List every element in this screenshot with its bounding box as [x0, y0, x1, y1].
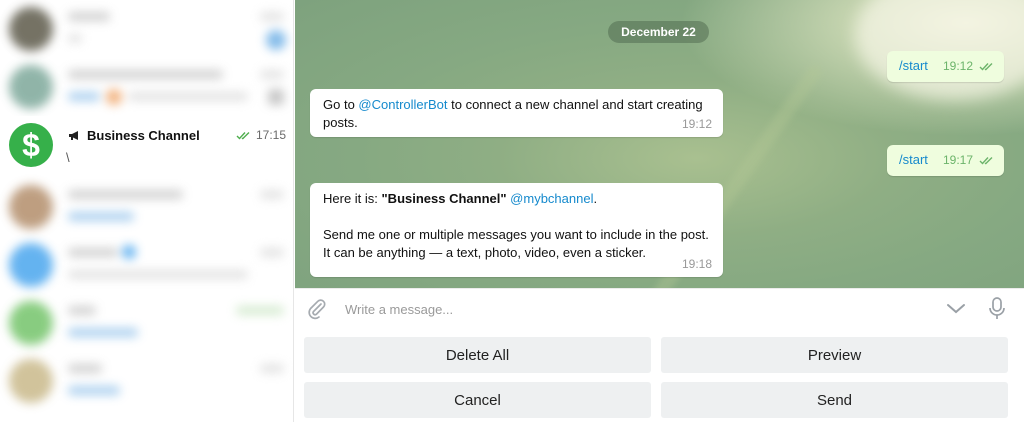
send-button[interactable]: Send: [661, 382, 1008, 418]
double-check-icon: [979, 156, 993, 165]
blurred-title: [68, 306, 96, 315]
megaphone-icon: [69, 131, 78, 140]
avatar: [9, 185, 53, 229]
message-time: 19:12: [681, 117, 712, 131]
blurred-title: [68, 12, 110, 21]
message-time-text: 19:12: [943, 59, 974, 73]
avatar: [9, 301, 53, 345]
chat-list-item-blurred[interactable]: [0, 294, 293, 352]
chat-list-item-blurred[interactable]: [0, 178, 293, 236]
incoming-message[interactable]: Here it is: "Business Channel" @mybchann…: [310, 183, 723, 277]
message-text: .: [593, 191, 598, 206]
blurred-preview: [68, 92, 100, 101]
outgoing-message[interactable]: /start 19:17: [887, 145, 1004, 176]
blurred-title: [68, 248, 118, 257]
date-separator: December 22: [608, 21, 709, 43]
paperclip-icon[interactable]: [306, 298, 328, 320]
chevron-down-icon[interactable]: [946, 303, 966, 315]
message-composer: Write a message...: [295, 288, 1024, 329]
delete-all-button[interactable]: Delete All: [304, 337, 651, 373]
avatar: [9, 65, 53, 109]
dollar-icon: $: [22, 126, 40, 163]
message-history[interactable]: December 22 /start 19:12 Go to @Controll…: [295, 0, 1024, 288]
blurred-preview: [68, 212, 134, 221]
channel-avatar: $: [9, 123, 53, 167]
blurred-emoji: [106, 89, 122, 105]
chat-list-item-blurred[interactable]: [0, 236, 293, 294]
chat-list-item-business-channel[interactable]: $ Business Channel 17:15 \: [0, 116, 293, 178]
chat-list-item-blurred[interactable]: [0, 352, 293, 410]
preview-button[interactable]: Preview: [661, 337, 1008, 373]
blurred-preview: [68, 270, 248, 279]
chat-title: Business Channel: [68, 128, 200, 143]
blurred-time: [260, 190, 284, 199]
avatar: [9, 359, 53, 403]
chat-time-text: 17:15: [255, 128, 286, 142]
blurred-time: [236, 306, 284, 315]
message-time: 19:18: [681, 257, 712, 271]
chat-preview: \: [66, 150, 70, 165]
message-input[interactable]: Write a message...: [345, 302, 453, 317]
blurred-preview: [68, 386, 120, 395]
bot-keyboard: Delete All Preview Cancel Send: [295, 329, 1024, 422]
message-first-line: Here it is: "Business Channel" @mybchann…: [323, 190, 710, 208]
muted-badge: [268, 89, 284, 105]
chat-list-sidebar: $ Business Channel 17:15 \: [0, 0, 294, 422]
unread-badge: [266, 30, 286, 50]
blurred-title: [68, 70, 223, 79]
chat-list-item-blurred[interactable]: [0, 58, 293, 116]
message-time: 19:17: [943, 153, 995, 167]
microphone-icon[interactable]: [988, 297, 1006, 321]
blurred-title: [68, 190, 183, 199]
mention-link[interactable]: @ControllerBot: [358, 97, 447, 112]
message-text: Here it is:: [323, 191, 382, 206]
chat-list-item-blurred[interactable]: [0, 0, 293, 58]
wallpaper-decoration: [855, 0, 1024, 100]
double-check-icon: [236, 131, 250, 140]
bot-command-link[interactable]: /start: [899, 58, 928, 73]
double-check-icon: [979, 62, 993, 71]
blurred-preview: [68, 34, 82, 43]
message-time-text: 19:17: [943, 153, 974, 167]
blurred-time: [260, 248, 284, 257]
avatar: [9, 7, 53, 51]
verified-badge: [122, 245, 136, 259]
chat-time: 17:15: [236, 128, 286, 142]
blurred-time: [260, 70, 284, 79]
incoming-message[interactable]: Go to @ControllerBot to connect a new ch…: [310, 89, 723, 137]
message-time: 19:12: [943, 59, 995, 73]
avatar: [9, 243, 53, 287]
bot-command-link[interactable]: /start: [899, 152, 928, 167]
chat-title-text: Business Channel: [87, 128, 200, 143]
blurred-time: [260, 364, 284, 373]
channel-username-link[interactable]: @mybchannel: [510, 191, 593, 206]
message-body: Send me one or multiple messages you wan…: [323, 227, 709, 260]
channel-name: "Business Channel": [381, 191, 507, 206]
message-text: Go to: [323, 97, 359, 112]
blurred-time: [260, 12, 284, 21]
blurred-preview: [68, 328, 138, 337]
blurred-preview: [128, 92, 248, 101]
outgoing-message[interactable]: /start 19:12: [887, 51, 1004, 82]
blurred-title: [68, 364, 102, 373]
cancel-button[interactable]: Cancel: [304, 382, 651, 418]
